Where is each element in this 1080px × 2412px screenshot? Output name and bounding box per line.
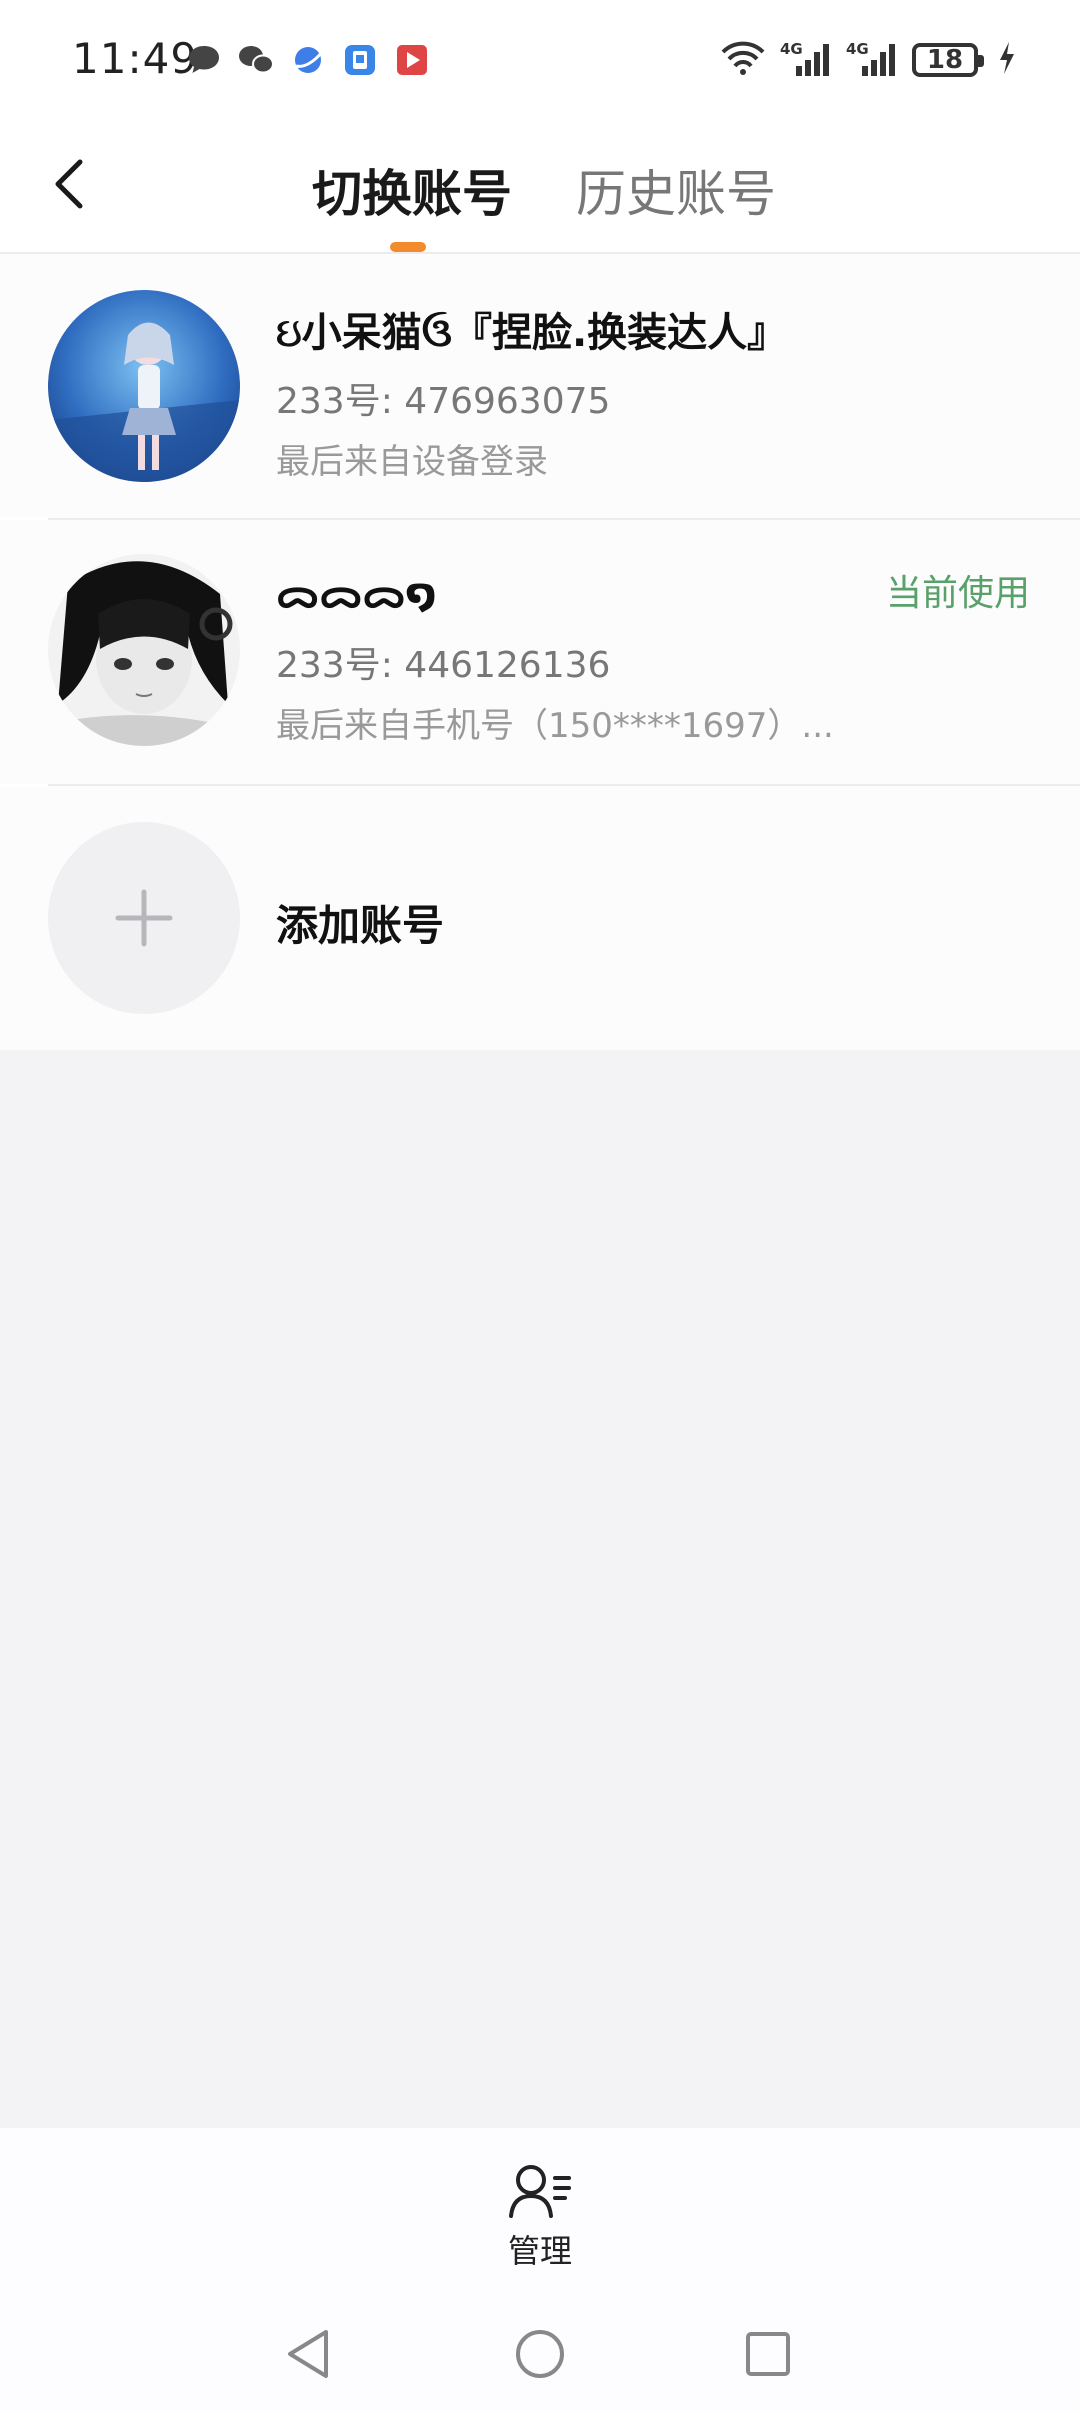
avatar xyxy=(48,290,240,482)
account-last-login: 最后来自手机号（150****1697）... xyxy=(276,706,834,746)
notification-icons xyxy=(184,40,432,80)
account-row[interactable]: ᯅᯅᯅ໑ 当前使用 233号: 446126136 最后来自手机号（150***… xyxy=(0,520,1080,784)
plus-icon xyxy=(115,889,173,947)
home-circle-icon xyxy=(516,2330,564,2378)
signal-4g-icon: 4G xyxy=(780,38,832,82)
charging-icon xyxy=(998,40,1016,80)
current-account-badge: 当前使用 xyxy=(885,573,1030,614)
tab-history-account[interactable]: 历史账号 xyxy=(576,154,776,226)
account-row[interactable]: ઇ小呆猫ઉ『捏脸.换装达人』 233号: 476963075 最后来自设备登录 xyxy=(0,254,1080,518)
account-id: 233号: 476963075 xyxy=(276,381,611,422)
add-account-label: 添加账号 xyxy=(276,901,445,950)
svg-text:4G: 4G xyxy=(780,40,803,58)
account-last-login: 最后来自设备登录 xyxy=(276,442,548,482)
nav-recents-button[interactable] xyxy=(728,2314,808,2394)
wechat-icon xyxy=(236,40,276,80)
manage-label: 管理 xyxy=(507,2232,572,2270)
browser-icon xyxy=(288,40,328,80)
back-triangle-icon xyxy=(288,2330,328,2378)
add-account-button[interactable] xyxy=(48,822,240,1014)
battery-level: 18 xyxy=(926,45,964,75)
wifi-icon xyxy=(720,40,766,80)
add-account-row[interactable]: 添加账号 xyxy=(0,786,1080,1050)
svg-text:4G: 4G xyxy=(846,40,869,58)
signal-4g-icon: 4G xyxy=(846,38,898,82)
system-nav-bar xyxy=(0,2292,1080,2412)
video-app-icon xyxy=(392,40,432,80)
nav-home-button[interactable] xyxy=(500,2314,580,2394)
header: 切换账号 历史账号 xyxy=(0,120,1080,254)
user-manage-icon xyxy=(509,2165,571,2218)
tab-active-indicator xyxy=(390,242,426,252)
account-name: ᯅᯅᯅ໑ xyxy=(276,571,437,617)
tab-switch-account[interactable]: 切换账号 xyxy=(312,154,512,226)
battery-icon: 18 xyxy=(912,43,984,77)
account-list: ઇ小呆猫ઉ『捏脸.换装达人』 233号: 476963075 最后来自设备登录 xyxy=(0,254,1080,1050)
account-id: 233号: 446126136 xyxy=(276,645,611,686)
system-status-icons: 4G 4G 18 xyxy=(720,38,1016,82)
nav-back-button[interactable] xyxy=(268,2314,348,2394)
back-button[interactable] xyxy=(44,152,104,216)
account-switch-page: 11:49 4G 4G 18 切换账号 历史账号 ઇ小呆猫ઉ『捏脸.换装达人』 … xyxy=(0,0,1080,2412)
status-bar: 11:49 4G 4G 18 xyxy=(0,0,1080,120)
chevron-left-icon xyxy=(55,159,83,209)
bottom-bar: 管理 xyxy=(0,2128,1080,2292)
account-name: ઇ小呆猫ઉ『捏脸.换装达人』 xyxy=(276,310,788,356)
recents-square-icon xyxy=(746,2332,790,2376)
app-icon xyxy=(340,40,380,80)
manage-button[interactable]: 管理 xyxy=(490,2160,590,2280)
status-time: 11:49 xyxy=(72,34,199,83)
avatar xyxy=(48,554,240,746)
chat-bubble-icon xyxy=(184,40,224,80)
